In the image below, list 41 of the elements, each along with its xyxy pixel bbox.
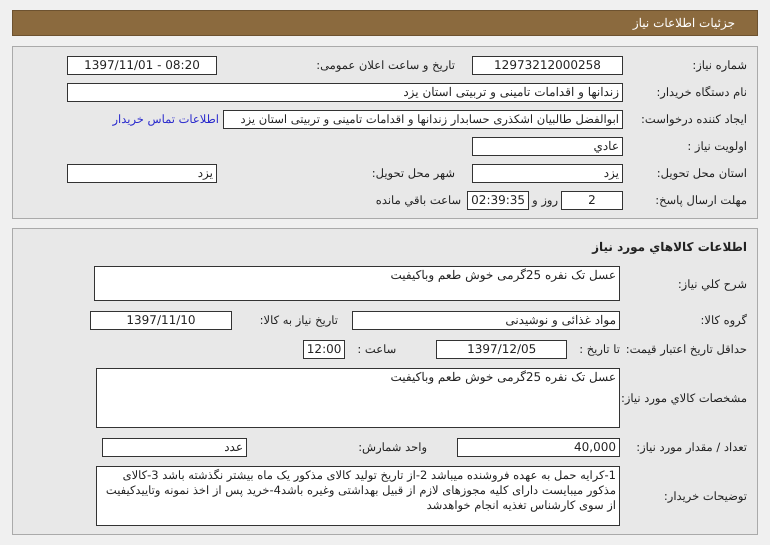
validity-date-field: 1397/12/05: [436, 340, 568, 358]
buyer-org-field: زندانها و اقدامات تامینی و تربیتی استان یزد: [67, 82, 623, 102]
field-label: مهلت ارسال پاسخ:: [654, 193, 747, 207]
field-label: ایجاد کننده درخواست:: [640, 112, 747, 126]
field-label: شرح کلي نیاز:: [676, 276, 747, 290]
time-left-field: 02:39:35: [467, 190, 530, 210]
field-label: شماره نیاز:: [691, 58, 747, 72]
specs-field: عسل تک نفره 25گرمی خوش طعم وباکیفیت: [96, 368, 620, 428]
unit-field: عدد: [102, 438, 247, 456]
page-title: جزئیات اطلاعات نیاز: [632, 16, 735, 30]
field-label: تعداد / مقدار مورد نیاز:: [635, 440, 747, 454]
days-unit: روز و: [532, 193, 558, 207]
time-label: ساعت :: [357, 342, 396, 356]
section-title: اطلاعات کالاهاي مورد نياز: [592, 240, 747, 254]
field-label: توضیحات خریدار:: [662, 489, 747, 503]
field-label: شهر محل تحویل:: [370, 166, 455, 180]
days-field: 2: [561, 190, 623, 210]
city-field: یزد: [67, 164, 217, 182]
field-label: مشخصات کالاي مورد نياز:: [620, 391, 747, 405]
to-date-label: تا تاریخ :: [579, 342, 620, 356]
priority-field: عادي: [472, 136, 623, 156]
field-label: حداقل تاریخ اعتبار قیمت:: [624, 342, 747, 356]
need-date-field: 1397/11/10: [90, 310, 232, 330]
description-field: عسل تک نفره 25گرمی خوش طعم وباکیفیت: [94, 266, 620, 301]
quantity-field: 40,000: [457, 438, 620, 456]
province-field: یزد: [472, 164, 623, 182]
buyer-contact-link[interactable]: اطلاعات تماس خریدار: [112, 112, 219, 126]
field-label: تاریخ و ساعت اعلان عمومی:: [315, 58, 455, 72]
validity-time-field: 12:00: [303, 340, 346, 358]
need-number-field: 12973212000258: [472, 56, 623, 74]
buyer-notes-field: 1-کرایه حمل به عهده فروشنده میباشد 2-از تاریخ تولید کالای مذکور یک ماه بیشتر نگذشته باشد 3-کالای مذکور میبایست دارای کلیه مجوزهای لازم از قبیل بهداشتی وغیره باشد4-خرید پس از اخذ نمونه وتاییدکیفیت از سوی کارشناس تغذیه انجام خواهدشد: [96, 466, 620, 526]
time-left-suffix: ساعت باقي مانده: [376, 193, 462, 207]
field-label: تاریخ نیاز به کالا:: [258, 313, 338, 327]
goods-group-field: مواد غذائی و نوشیدنی: [352, 310, 620, 330]
requester-field: ابوالفضل طالبیان اشکذری حسابدار زندانها و اقدامات تامینی و تربیتی استان یزد: [223, 110, 623, 128]
field-label: اولویت نیاز :: [686, 139, 747, 153]
field-label: گروه کالا:: [700, 313, 747, 327]
announce-date-field: 1397/11/01 - 08:20: [67, 56, 217, 74]
field-label: استان محل تحویل:: [656, 166, 747, 180]
field-label: واحد شمارش:: [357, 440, 427, 454]
field-label: نام دستگاه خریدار:: [655, 85, 747, 99]
